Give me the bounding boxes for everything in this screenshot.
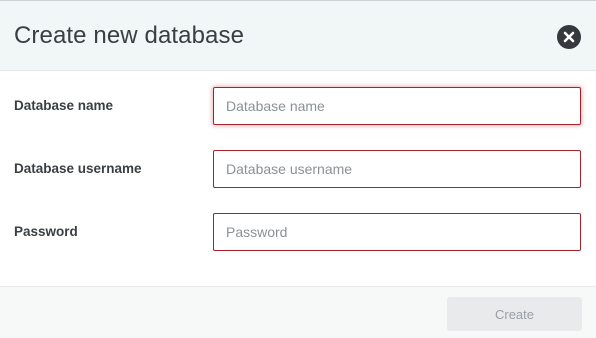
database-name-label: Database name bbox=[14, 98, 114, 113]
database-username-input[interactable] bbox=[213, 150, 581, 188]
database-name-input[interactable] bbox=[213, 87, 581, 125]
close-button[interactable] bbox=[557, 25, 581, 49]
dialog-header: Create new database bbox=[0, 1, 596, 71]
database-name-row: Database name bbox=[0, 87, 596, 127]
create-database-dialog: Create new database Database name Databa… bbox=[0, 0, 596, 338]
database-username-row: Database username bbox=[0, 150, 596, 190]
create-button[interactable]: Create bbox=[447, 297, 582, 331]
password-input[interactable] bbox=[213, 213, 581, 251]
dialog-title: Create new database bbox=[14, 22, 245, 49]
database-username-label: Database username bbox=[14, 161, 142, 176]
dialog-footer: Create bbox=[0, 286, 596, 338]
close-icon bbox=[563, 31, 575, 43]
password-row: Password bbox=[0, 213, 596, 253]
password-label: Password bbox=[14, 224, 78, 239]
